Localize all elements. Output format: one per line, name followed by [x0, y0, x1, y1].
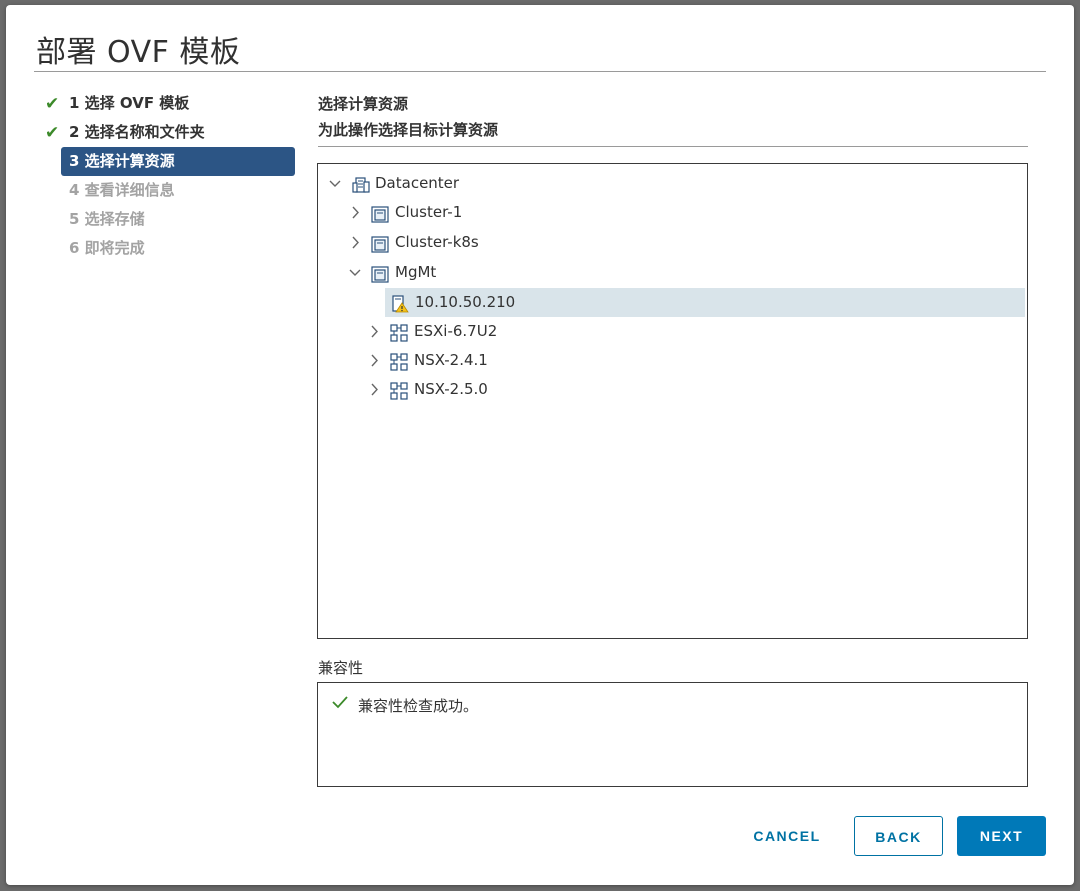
chevron-down-icon[interactable] [328, 169, 342, 198]
checkmark-icon: ✔ [45, 123, 60, 143]
back-button[interactable]: BACK [854, 816, 943, 856]
dialog-title: 部署 OVF 模板 [36, 35, 241, 70]
tree-node-label: Cluster-k8s [395, 233, 479, 251]
tree-node-nsx-2-5-0[interactable]: NSX-2.5.0 [318, 375, 1025, 404]
step-label: 5 选择存储 [69, 210, 145, 228]
step-label: 1 选择 OVF 模板 [69, 94, 190, 112]
chevron-right-icon[interactable] [367, 317, 381, 346]
tree-node-label: NSX-2.5.0 [414, 380, 488, 398]
deploy-ovf-dialog: 部署 OVF 模板 ✔ 1 选择 OVF 模板 ✔ 2 选择名称和文件夹 3 选… [6, 5, 1074, 885]
chevron-right-icon[interactable] [348, 228, 362, 257]
checkmark-icon: ✔ [45, 94, 60, 114]
step-label: 4 查看详细信息 [69, 181, 175, 199]
section-subtitle: 为此操作选择目标计算资源 [318, 121, 499, 139]
step-label: 6 即将完成 [69, 239, 145, 257]
step-3[interactable]: 3 选择计算资源 [61, 147, 295, 176]
vapp-icon [390, 323, 408, 342]
cluster-icon [371, 234, 389, 253]
tree-node-host-10-10-50-210[interactable]: 10.10.50.210 [385, 288, 1025, 317]
tree-node-datacenter[interactable]: Datacenter [318, 169, 1025, 198]
cluster-icon [371, 264, 389, 283]
step-4: 4 查看详细信息 [41, 176, 295, 205]
compute-resource-tree: Datacenter Cluster-1 Cluster-k8s MgMt 10… [317, 163, 1028, 639]
checkmark-icon [332, 694, 348, 714]
vapp-icon [390, 381, 408, 400]
compatibility-panel: 兼容性检查成功。 [317, 682, 1028, 787]
tree-node-label: ESXi-6.7U2 [414, 322, 498, 340]
next-button[interactable]: NEXT [957, 816, 1046, 856]
step-1[interactable]: ✔ 1 选择 OVF 模板 [41, 89, 295, 118]
cancel-button[interactable]: CANCEL [736, 816, 838, 856]
datacenter-icon [352, 175, 370, 193]
cluster-icon [371, 204, 389, 223]
compatibility-title: 兼容性 [318, 659, 364, 677]
step-2[interactable]: ✔ 2 选择名称和文件夹 [41, 118, 295, 147]
host-warning-icon [391, 294, 409, 313]
title-divider [34, 71, 1046, 72]
tree-node-cluster-k8s[interactable]: Cluster-k8s [318, 228, 1025, 257]
section-divider [318, 146, 1028, 147]
compatibility-message: 兼容性检查成功。 [358, 697, 479, 715]
tree-node-label: MgMt [395, 263, 437, 281]
tree-node-label: NSX-2.4.1 [414, 351, 488, 369]
step-label: 2 选择名称和文件夹 [69, 123, 205, 141]
chevron-right-icon[interactable] [348, 198, 362, 227]
step-5: 5 选择存储 [41, 205, 295, 234]
tree-node-nsx-2-4-1[interactable]: NSX-2.4.1 [318, 346, 1025, 375]
step-6: 6 即将完成 [41, 234, 295, 263]
chevron-down-icon[interactable] [348, 258, 362, 287]
tree-node-mgmt[interactable]: MgMt [318, 258, 1025, 287]
chevron-right-icon[interactable] [367, 375, 381, 404]
tree-node-label: 10.10.50.210 [415, 293, 516, 311]
vapp-icon [390, 352, 408, 371]
tree-node-esxi-6-7u2[interactable]: ESXi-6.7U2 [318, 317, 1025, 346]
tree-node-label: Cluster-1 [395, 203, 463, 221]
wizard-steps: ✔ 1 选择 OVF 模板 ✔ 2 选择名称和文件夹 3 选择计算资源 4 查看… [41, 89, 295, 263]
tree-node-label: Datacenter [375, 174, 460, 192]
tree-node-cluster-1[interactable]: Cluster-1 [318, 198, 1025, 227]
section-title: 选择计算资源 [318, 95, 409, 113]
chevron-right-icon[interactable] [367, 346, 381, 375]
step-label: 3 选择计算资源 [69, 152, 175, 170]
